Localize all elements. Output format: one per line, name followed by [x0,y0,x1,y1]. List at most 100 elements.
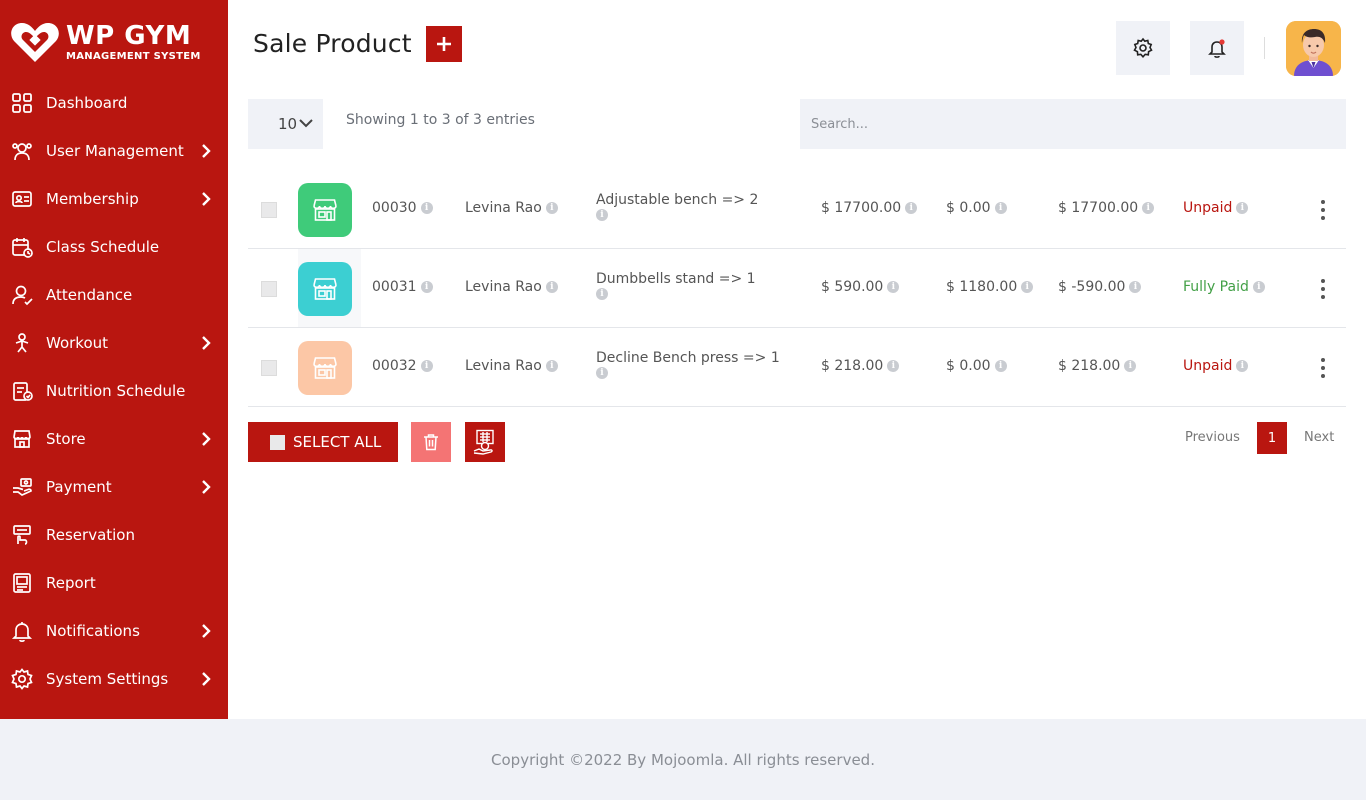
total-amount: $ 218.00 [821,358,884,374]
product-cell: Decline Bench press => 1i [596,350,780,379]
member-name: Levina Rao [465,200,542,216]
sidebar-item-label: Payment [46,478,112,496]
nutrition-icon [11,380,33,402]
user-avatar[interactable] [1286,21,1341,76]
row-checkbox[interactable] [261,360,277,376]
sidebar-item-class-schedule[interactable]: Class Schedule [0,223,228,271]
chevron-right-icon [202,336,211,350]
page-title: Sale Product [253,29,412,58]
plus-icon [437,37,451,51]
avatar-person-icon [1286,21,1341,76]
settings-button[interactable] [1116,21,1170,75]
row-checkbox[interactable] [261,202,277,218]
users-icon [11,140,33,162]
product-thumbnail [298,341,352,395]
sidebar-item-attendance[interactable]: Attendance [0,271,228,319]
product-name: Decline Bench press => 1 [596,350,780,366]
paid-cell: $ 0.00 i [946,200,1007,216]
info-icon[interactable]: i [994,202,1007,214]
row-checkbox[interactable] [261,281,277,297]
chevron-right-icon [202,480,211,494]
info-icon[interactable]: i [1142,202,1155,214]
info-icon[interactable]: i [420,202,433,214]
sidebar-item-store[interactable]: Store [0,415,228,463]
sidebar-item-reservation[interactable]: Reservation [0,511,228,559]
info-icon[interactable]: i [545,360,558,372]
info-icon[interactable]: i [1252,281,1265,293]
info-icon[interactable]: i [420,281,433,293]
info-icon[interactable]: i [420,360,433,372]
sidebar-item-dashboard[interactable]: Dashboard [0,79,228,127]
sidebar-item-membership[interactable]: Membership [0,175,228,223]
search-input[interactable] [800,99,1346,149]
row-actions-menu-icon[interactable] [1320,198,1326,222]
sidebar-item-label: Class Schedule [46,238,160,256]
select-all-button[interactable]: SELECT ALL [248,422,398,462]
info-icon[interactable]: i [887,281,900,293]
product-name: Adjustable bench => 2 [596,192,759,208]
sidebar-item-label: Workout [46,334,109,352]
sidebar: WP GYM MANAGEMENT SYSTEM Dashboard User … [0,0,228,719]
payment-icon [11,476,33,498]
sidebar-item-workout[interactable]: Workout [0,319,228,367]
info-icon[interactable]: i [596,288,608,300]
page-length-value: 10 [278,115,298,133]
row-actions-menu-icon[interactable] [1320,277,1326,301]
sidebar-item-label: Dashboard [46,94,128,112]
paid-amount: $ 0.00 [946,358,991,374]
member-cell: Levina Rao i [465,279,558,295]
info-icon[interactable]: i [1236,202,1249,214]
table-row: 00031 i Levina Rao i Dumbbells stand => 1i… [248,249,1346,328]
pagination-previous[interactable]: Previous [1185,430,1240,445]
invoice-payment-button[interactable] [465,422,505,462]
sidebar-item-report[interactable]: Report [0,559,228,607]
info-icon[interactable]: i [596,367,608,379]
info-icon[interactable]: i [1021,281,1034,293]
chevron-right-icon [202,144,211,158]
info-icon[interactable]: i [545,202,558,214]
workout-icon [11,332,33,354]
delete-selected-button[interactable] [411,422,451,462]
sidebar-item-payment[interactable]: Payment [0,463,228,511]
chevron-right-icon [202,672,211,686]
brand-logo[interactable]: WP GYM MANAGEMENT SYSTEM [10,18,220,66]
pagination-next[interactable]: Next [1304,430,1334,445]
info-icon[interactable]: i [545,281,558,293]
brand-subtitle: MANAGEMENT SYSTEM [66,50,201,62]
info-icon[interactable]: i [994,360,1007,372]
due-amount: $ -590.00 [1058,279,1126,295]
report-icon [11,572,33,594]
amount-cell: $ 17700.00 i [821,200,918,216]
brand-title: WP GYM [66,20,192,51]
row-actions-menu-icon[interactable] [1320,356,1326,380]
info-icon[interactable]: i [905,202,918,214]
product-cell: Dumbbells stand => 1i [596,271,756,300]
status-cell: Unpaid i [1183,200,1249,216]
info-icon[interactable]: i [1124,360,1137,372]
info-icon[interactable]: i [1236,360,1249,372]
sidebar-item-system-settings[interactable]: System Settings [0,655,228,703]
add-sale-button[interactable] [426,26,462,62]
member-name: Levina Rao [465,279,542,295]
sidebar-item-nutrition-schedule[interactable]: Nutrition Schedule [0,367,228,415]
sidebar-item-user-management[interactable]: User Management [0,127,228,175]
product-thumbnail [298,262,352,316]
info-icon[interactable]: i [1129,281,1142,293]
invoice-id: 00031 [372,279,417,295]
pagination-page-1[interactable]: 1 [1257,422,1287,454]
due-amount: $ 218.00 [1058,358,1121,374]
amount-cell: $ 590.00 i [821,279,900,295]
settings-gear-icon [11,668,33,690]
notifications-button[interactable] [1190,21,1244,75]
select-all-label: SELECT ALL [293,433,382,451]
sidebar-item-notifications[interactable]: Notifications [0,607,228,655]
sidebar-item-label: Membership [46,190,139,208]
product-thumbnail [298,183,352,237]
info-icon[interactable]: i [596,209,608,221]
logo-heart-icon [11,23,59,62]
info-icon[interactable]: i [887,360,900,372]
page-length-select[interactable]: 10 [248,99,323,149]
table-row: 00030 i Levina Rao i Adjustable bench => 2… [248,170,1346,249]
amount-cell: $ 218.00 i [821,358,900,374]
table-row: 00032 i Levina Rao i Decline Bench press =… [248,328,1346,407]
